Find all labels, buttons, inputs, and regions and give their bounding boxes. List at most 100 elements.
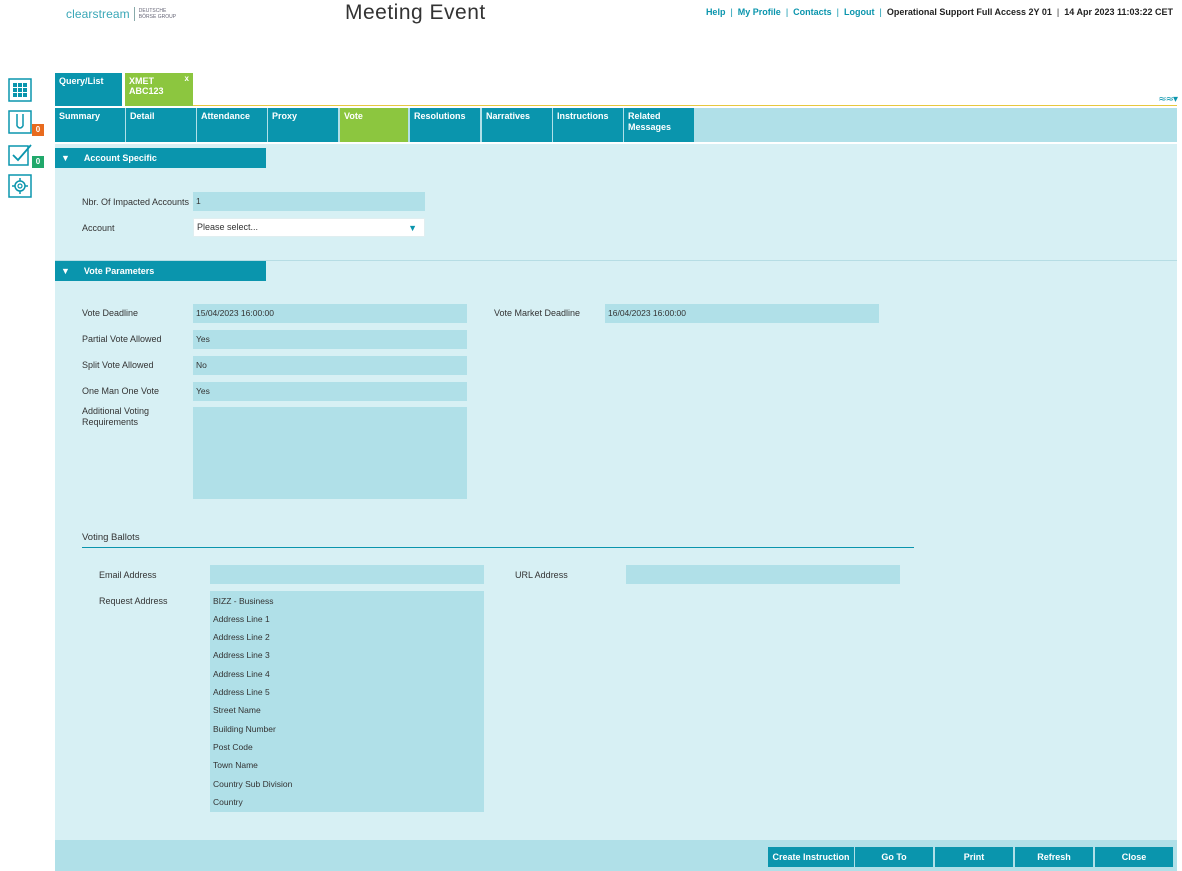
partial-vote-field: Yes <box>193 330 467 349</box>
tab-instructions[interactable]: Instructions <box>553 108 623 142</box>
impacted-accounts-label: Nbr. Of Impacted Accounts <box>82 197 190 207</box>
tab-label: Proxy <box>272 111 298 121</box>
tab-proxy[interactable]: Proxy <box>268 108 338 142</box>
account-select-value: Please select... <box>197 222 259 232</box>
collapse-triangle-icon: ▼ <box>61 266 70 276</box>
dashboard-grid-icon[interactable] <box>8 78 32 102</box>
footer-action-bar: Create Instruction Go To Print Refresh C… <box>55 840 1177 871</box>
tab-query-list[interactable]: Query/List <box>55 73 122 106</box>
email-address-label: Email Address <box>99 570 157 580</box>
page-title: Meeting Event <box>345 1 486 24</box>
tab-summary[interactable]: Summary <box>55 108 125 142</box>
section-title: Account Specific <box>83 153 157 163</box>
refresh-button[interactable]: Refresh <box>1015 847 1093 867</box>
section-tab-bar: Summary Detail Attendance Proxy Vote Res… <box>55 108 1177 142</box>
left-icon-rail: 0 0 <box>8 78 48 206</box>
tab-label: Narratives <box>486 111 531 121</box>
address-line: Address Line 4 <box>213 669 270 679</box>
request-address-label: Request Address <box>99 596 168 606</box>
tab-xmet-abc123[interactable]: XMET ABC123 x <box>125 73 193 106</box>
logo-subtext: DEUTSCHE BÖRSE GROUP <box>138 8 177 20</box>
voting-ballots-rule <box>82 547 914 548</box>
user-profile-label: Operational Support Full Access 2Y 01 <box>886 7 1052 17</box>
address-line: Building Number <box>213 724 276 734</box>
split-vote-field: No <box>193 356 467 375</box>
link-separator: | <box>785 7 789 17</box>
url-address-field <box>626 565 900 584</box>
address-line: BIZZ - Business <box>213 596 274 606</box>
address-line: Address Line 1 <box>213 614 270 624</box>
vote-market-deadline-label: Vote Market Deadline <box>494 308 581 318</box>
account-select[interactable]: Please select... ▼ <box>193 218 425 237</box>
create-instruction-button[interactable]: Create Instruction <box>768 847 854 867</box>
section-title: Vote Parameters <box>83 266 155 276</box>
address-line: Post Code <box>213 742 253 752</box>
vote-deadline-label: Vote Deadline <box>82 308 139 318</box>
current-datetime: 14 Apr 2023 11:03:22 CET <box>1064 7 1173 17</box>
tab-xmet-line1: XMET <box>129 76 155 86</box>
tab-label: Resolutions <box>414 111 466 121</box>
address-line: Town Name <box>213 760 258 770</box>
document-tabs: Query/List XMET ABC123 x <box>55 73 193 106</box>
one-man-one-vote-label: One Man One Vote <box>82 386 160 396</box>
tab-detail[interactable]: Detail <box>126 108 196 142</box>
vote-parameters-section-header[interactable]: ▼ Vote Parameters <box>55 261 266 281</box>
split-vote-label: Split Vote Allowed <box>82 360 154 370</box>
alerts-icon[interactable]: 0 <box>8 110 44 136</box>
tasks-count-badge: 0 <box>32 156 44 168</box>
tab-underline <box>193 105 1177 106</box>
address-line: Address Line 3 <box>213 650 270 660</box>
collapse-expand-icon[interactable]: ≈≈▾ <box>1158 94 1178 105</box>
top-links: Help | My Profile | Contacts | Logout | … <box>706 7 1173 17</box>
address-line: Country <box>213 797 243 807</box>
tab-vote[interactable]: Vote <box>340 108 408 142</box>
tab-label: Attendance <box>201 111 251 121</box>
logo-divider <box>133 7 135 21</box>
clearstream-logo: clearstream DEUTSCHE BÖRSE GROUP <box>66 6 179 22</box>
link-separator: | <box>879 7 882 17</box>
vote-content-panel: ▼ Account Specific Nbr. Of Impacted Acco… <box>55 144 1177 840</box>
additional-voting-field <box>193 407 467 499</box>
one-man-one-vote-field: Yes <box>193 382 467 401</box>
additional-voting-label: Additional Voting Requirements <box>82 406 150 427</box>
my-profile-link[interactable]: My Profile <box>738 7 781 17</box>
alerts-count-badge: 0 <box>32 124 44 136</box>
tab-label: Summary <box>59 111 101 121</box>
link-separator: | <box>1056 7 1060 17</box>
go-to-button[interactable]: Go To <box>855 847 933 867</box>
tab-narratives[interactable]: Narratives <box>482 108 552 142</box>
print-button[interactable]: Print <box>935 847 1013 867</box>
account-label: Account <box>82 223 115 233</box>
close-button[interactable]: Close <box>1095 847 1173 867</box>
tab-label: Instructions <box>557 111 609 121</box>
tab-label: Related Messages <box>628 111 672 132</box>
main-frame: Query/List XMET ABC123 x ≈≈▾ Summary Det… <box>55 73 1178 871</box>
help-link[interactable]: Help <box>706 7 726 17</box>
request-address-box: BIZZ - Business Address Line 1 Address L… <box>210 591 484 812</box>
logout-link[interactable]: Logout <box>844 7 875 17</box>
tab-label: Detail <box>130 111 155 121</box>
address-line: Street Name <box>213 705 261 715</box>
url-address-label: URL Address <box>515 570 568 580</box>
tab-related-messages[interactable]: Related Messages <box>624 108 694 142</box>
address-line: Address Line 5 <box>213 687 270 697</box>
address-line: Country Sub Division <box>213 779 293 789</box>
tab-query-list-label: Query/List <box>59 76 104 86</box>
close-tab-icon[interactable]: x <box>185 74 189 83</box>
contacts-link[interactable]: Contacts <box>793 7 832 17</box>
link-separator: | <box>836 7 840 17</box>
settings-gear-icon[interactable] <box>8 174 32 198</box>
address-line: Address Line 2 <box>213 632 270 642</box>
tab-resolutions[interactable]: Resolutions <box>410 108 480 142</box>
partial-vote-label: Partial Vote Allowed <box>82 334 162 344</box>
link-separator: | <box>730 7 733 17</box>
tab-xmet-line2: ABC123 <box>129 86 164 96</box>
tab-attendance[interactable]: Attendance <box>197 108 267 142</box>
vote-deadline-field: 15/04/2023 16:00:00 <box>193 304 467 323</box>
tasks-check-icon[interactable]: 0 <box>8 142 44 168</box>
dropdown-caret-icon: ▼ <box>408 223 417 233</box>
logo-text: clearstream <box>66 7 130 21</box>
vote-market-deadline-field: 16/04/2023 16:00:00 <box>605 304 879 323</box>
account-specific-section-header[interactable]: ▼ Account Specific <box>55 148 266 168</box>
email-address-field <box>210 565 484 584</box>
